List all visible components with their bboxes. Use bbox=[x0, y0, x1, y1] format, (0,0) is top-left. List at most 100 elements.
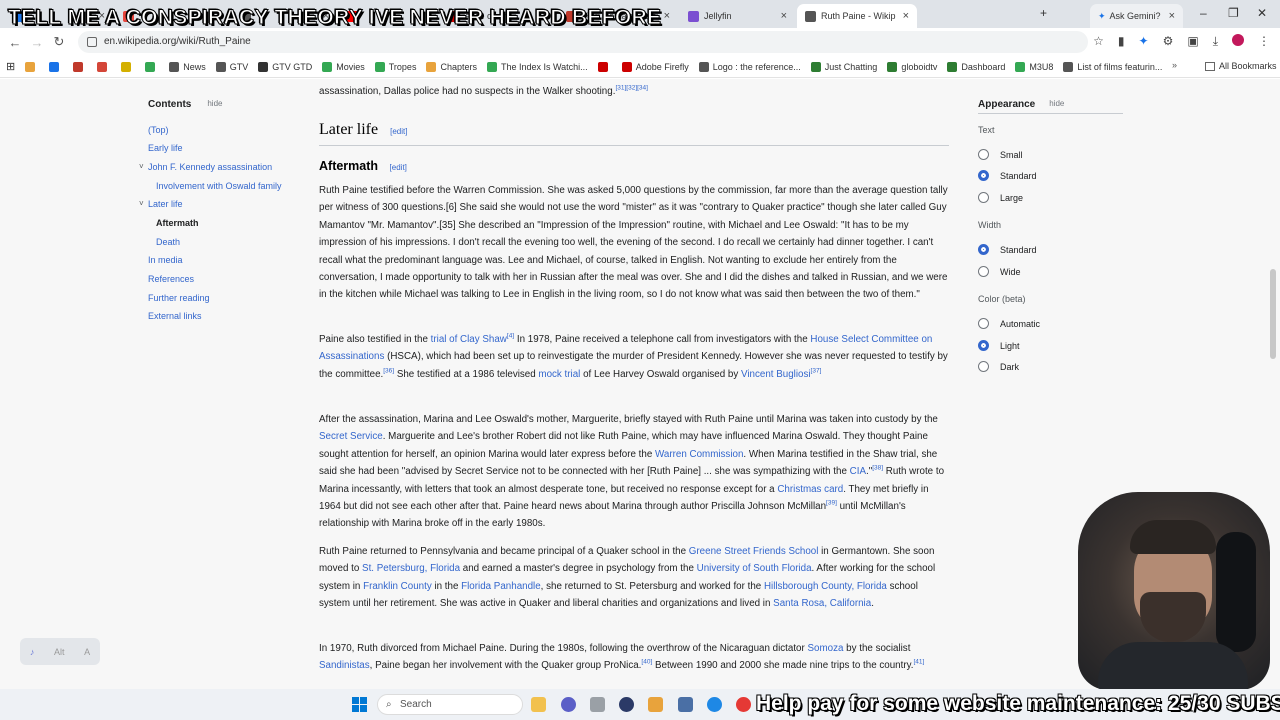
close-icon[interactable]: × bbox=[664, 10, 670, 22]
bookmark-item[interactable]: Logo : the reference... bbox=[698, 61, 801, 72]
bookmark-item[interactable] bbox=[597, 61, 612, 72]
app-icon[interactable] bbox=[619, 697, 634, 712]
app-icon[interactable] bbox=[590, 697, 605, 712]
toc-hide-button[interactable]: hide bbox=[207, 99, 222, 110]
profile-avatar[interactable] bbox=[1232, 34, 1244, 46]
link-st-petersburg[interactable]: St. Petersburg, Florida bbox=[362, 563, 460, 574]
bookmark-item[interactable] bbox=[97, 61, 111, 72]
link-greene-street[interactable]: Greene Street Friends School bbox=[689, 546, 819, 557]
tab-gemini[interactable]: ✦ Ask Gemini? × bbox=[1090, 4, 1184, 28]
bookmark-item[interactable]: Chapters bbox=[426, 61, 477, 72]
bookmark-item[interactable] bbox=[145, 61, 159, 72]
bookmark-item[interactable] bbox=[49, 61, 63, 72]
toc-item-external-links[interactable]: External links bbox=[148, 311, 202, 321]
bookmark-item[interactable] bbox=[121, 61, 135, 72]
new-tab-icon[interactable]: + bbox=[1040, 6, 1047, 20]
close-icon[interactable]: × bbox=[1169, 10, 1175, 22]
toc-item-involvement[interactable]: Involvement with Oswald family bbox=[156, 181, 282, 191]
citation-link[interactable]: [39] bbox=[826, 500, 837, 507]
file-explorer-icon[interactable] bbox=[531, 697, 546, 712]
app-icon[interactable] bbox=[561, 697, 576, 712]
radio-color-light[interactable]: Light bbox=[978, 340, 1020, 351]
extension-icon[interactable]: ▮ bbox=[1118, 34, 1125, 49]
radio-color-automatic[interactable]: Automatic bbox=[978, 318, 1040, 329]
download-icon[interactable]: ⤓ bbox=[1213, 34, 1218, 49]
link-mock-trial[interactable]: mock trial bbox=[538, 369, 580, 380]
gemini-icon[interactable]: ✦ bbox=[1139, 34, 1149, 49]
link-santa-rosa[interactable]: Santa Rosa, California bbox=[773, 598, 871, 609]
taskbar-search[interactable]: ⌕ Search bbox=[377, 694, 523, 715]
close-icon[interactable]: × bbox=[903, 10, 909, 22]
citation-link[interactable]: [31][32][34] bbox=[615, 85, 648, 92]
bookmark-item[interactable] bbox=[73, 61, 87, 72]
menu-icon[interactable]: ⋮ bbox=[1258, 34, 1270, 49]
link-warren-commission[interactable]: Warren Commission bbox=[655, 449, 743, 460]
link-usf[interactable]: University of South Florida bbox=[697, 563, 812, 574]
site-info-icon[interactable] bbox=[87, 37, 97, 47]
link-secret-service[interactable]: Secret Service bbox=[319, 431, 383, 442]
bookmark-item[interactable]: GTV GTD bbox=[258, 61, 312, 72]
edit-link[interactable]: edit bbox=[392, 127, 405, 136]
bookmark-item[interactable]: List of films featurin... bbox=[1063, 61, 1162, 72]
edge-icon[interactable] bbox=[707, 697, 722, 712]
citation-link[interactable]: [36] bbox=[383, 368, 394, 375]
all-bookmarks[interactable]: All Bookmarks bbox=[1205, 61, 1277, 71]
app-icon[interactable] bbox=[678, 697, 693, 712]
toc-item-jfk-assassination[interactable]: John F. Kennedy assassination bbox=[148, 162, 272, 172]
radio-text-standard[interactable]: Standard bbox=[978, 170, 1037, 181]
apps-icon[interactable]: ⊞ bbox=[6, 60, 15, 73]
link-cia[interactable]: CIA bbox=[850, 466, 866, 477]
citation-link[interactable]: [41] bbox=[914, 659, 925, 666]
bookmark-item[interactable]: Adobe Firefly bbox=[621, 61, 689, 72]
edit-link[interactable]: edit bbox=[392, 163, 405, 172]
appearance-hide-button[interactable]: hide bbox=[1049, 99, 1064, 110]
chevron-down-icon[interactable]: ˅ bbox=[139, 162, 144, 171]
citation-link[interactable]: [37] bbox=[811, 368, 822, 375]
toc-item-top[interactable]: (Top) bbox=[148, 125, 169, 135]
toc-item-further-reading[interactable]: Further reading bbox=[148, 293, 210, 303]
app-icon[interactable] bbox=[648, 697, 663, 712]
radio-text-large[interactable]: Large bbox=[978, 192, 1023, 203]
radio-color-dark[interactable]: Dark bbox=[978, 361, 1019, 372]
radio-width-wide[interactable]: Wide bbox=[978, 266, 1021, 277]
browser-tab[interactable]: Jellyfin × bbox=[680, 4, 795, 28]
link-christmas-card[interactable]: Christmas card bbox=[777, 484, 843, 495]
bookmark-item[interactable] bbox=[25, 61, 39, 72]
bookmark-item[interactable]: GTV bbox=[215, 61, 248, 72]
reload-icon[interactable]: ↻ bbox=[48, 34, 70, 50]
mic-icon[interactable]: ♪ bbox=[30, 647, 35, 657]
puzzle-icon[interactable]: ⚙ bbox=[1163, 34, 1174, 49]
bookmark-item[interactable]: Dashboard bbox=[947, 61, 1005, 72]
chevron-down-icon[interactable]: ˅ bbox=[139, 199, 144, 208]
bookmark-item[interactable]: Just Chatting bbox=[810, 61, 877, 72]
bookmark-item[interactable]: The Index Is Watchi... bbox=[486, 61, 588, 72]
link-sandinistas[interactable]: Sandinistas bbox=[319, 660, 370, 671]
back-icon[interactable]: ← bbox=[4, 35, 26, 50]
toc-item-early-life[interactable]: Early life bbox=[148, 143, 183, 153]
bookmark-item[interactable]: Movies bbox=[322, 61, 365, 72]
forward-icon[interactable]: → bbox=[26, 35, 48, 50]
link-trial-of-clay-shaw[interactable]: trial of Clay Shaw bbox=[431, 334, 507, 345]
window-close-icon[interactable]: ✕ bbox=[1257, 6, 1267, 20]
scrollbar-thumb[interactable] bbox=[1270, 269, 1276, 359]
star-icon[interactable]: ☆ bbox=[1093, 34, 1104, 49]
link-hillsborough[interactable]: Hillsborough County, Florida bbox=[764, 581, 887, 592]
radio-width-standard[interactable]: Standard bbox=[978, 244, 1037, 255]
toc-item-in-media[interactable]: In media bbox=[148, 255, 183, 265]
toc-item-aftermath[interactable]: Aftermath bbox=[156, 218, 199, 228]
link-vincent-bugliosi[interactable]: Vincent Bugliosi bbox=[741, 369, 811, 380]
sidepanel-icon[interactable]: ▣ bbox=[1187, 34, 1198, 49]
toc-item-references[interactable]: References bbox=[148, 274, 194, 284]
chrome-icon[interactable] bbox=[736, 697, 751, 712]
chevron-right-icon[interactable]: » bbox=[1172, 60, 1177, 70]
close-icon[interactable]: × bbox=[781, 10, 787, 22]
bookmark-item[interactable]: globoidtv bbox=[887, 61, 937, 72]
windows-start-icon[interactable] bbox=[352, 697, 367, 712]
link-franklin-county[interactable]: Franklin County bbox=[363, 581, 432, 592]
citation-link[interactable]: [40] bbox=[641, 659, 652, 666]
toc-item-later-life[interactable]: Later life bbox=[148, 199, 183, 209]
url-field[interactable]: en.wikipedia.org/wiki/Ruth_Paine bbox=[78, 31, 1088, 53]
bookmark-item[interactable]: Tropes bbox=[374, 61, 416, 72]
citation-link[interactable]: [38] bbox=[872, 465, 883, 472]
link-florida-panhandle[interactable]: Florida Panhandle bbox=[461, 581, 541, 592]
